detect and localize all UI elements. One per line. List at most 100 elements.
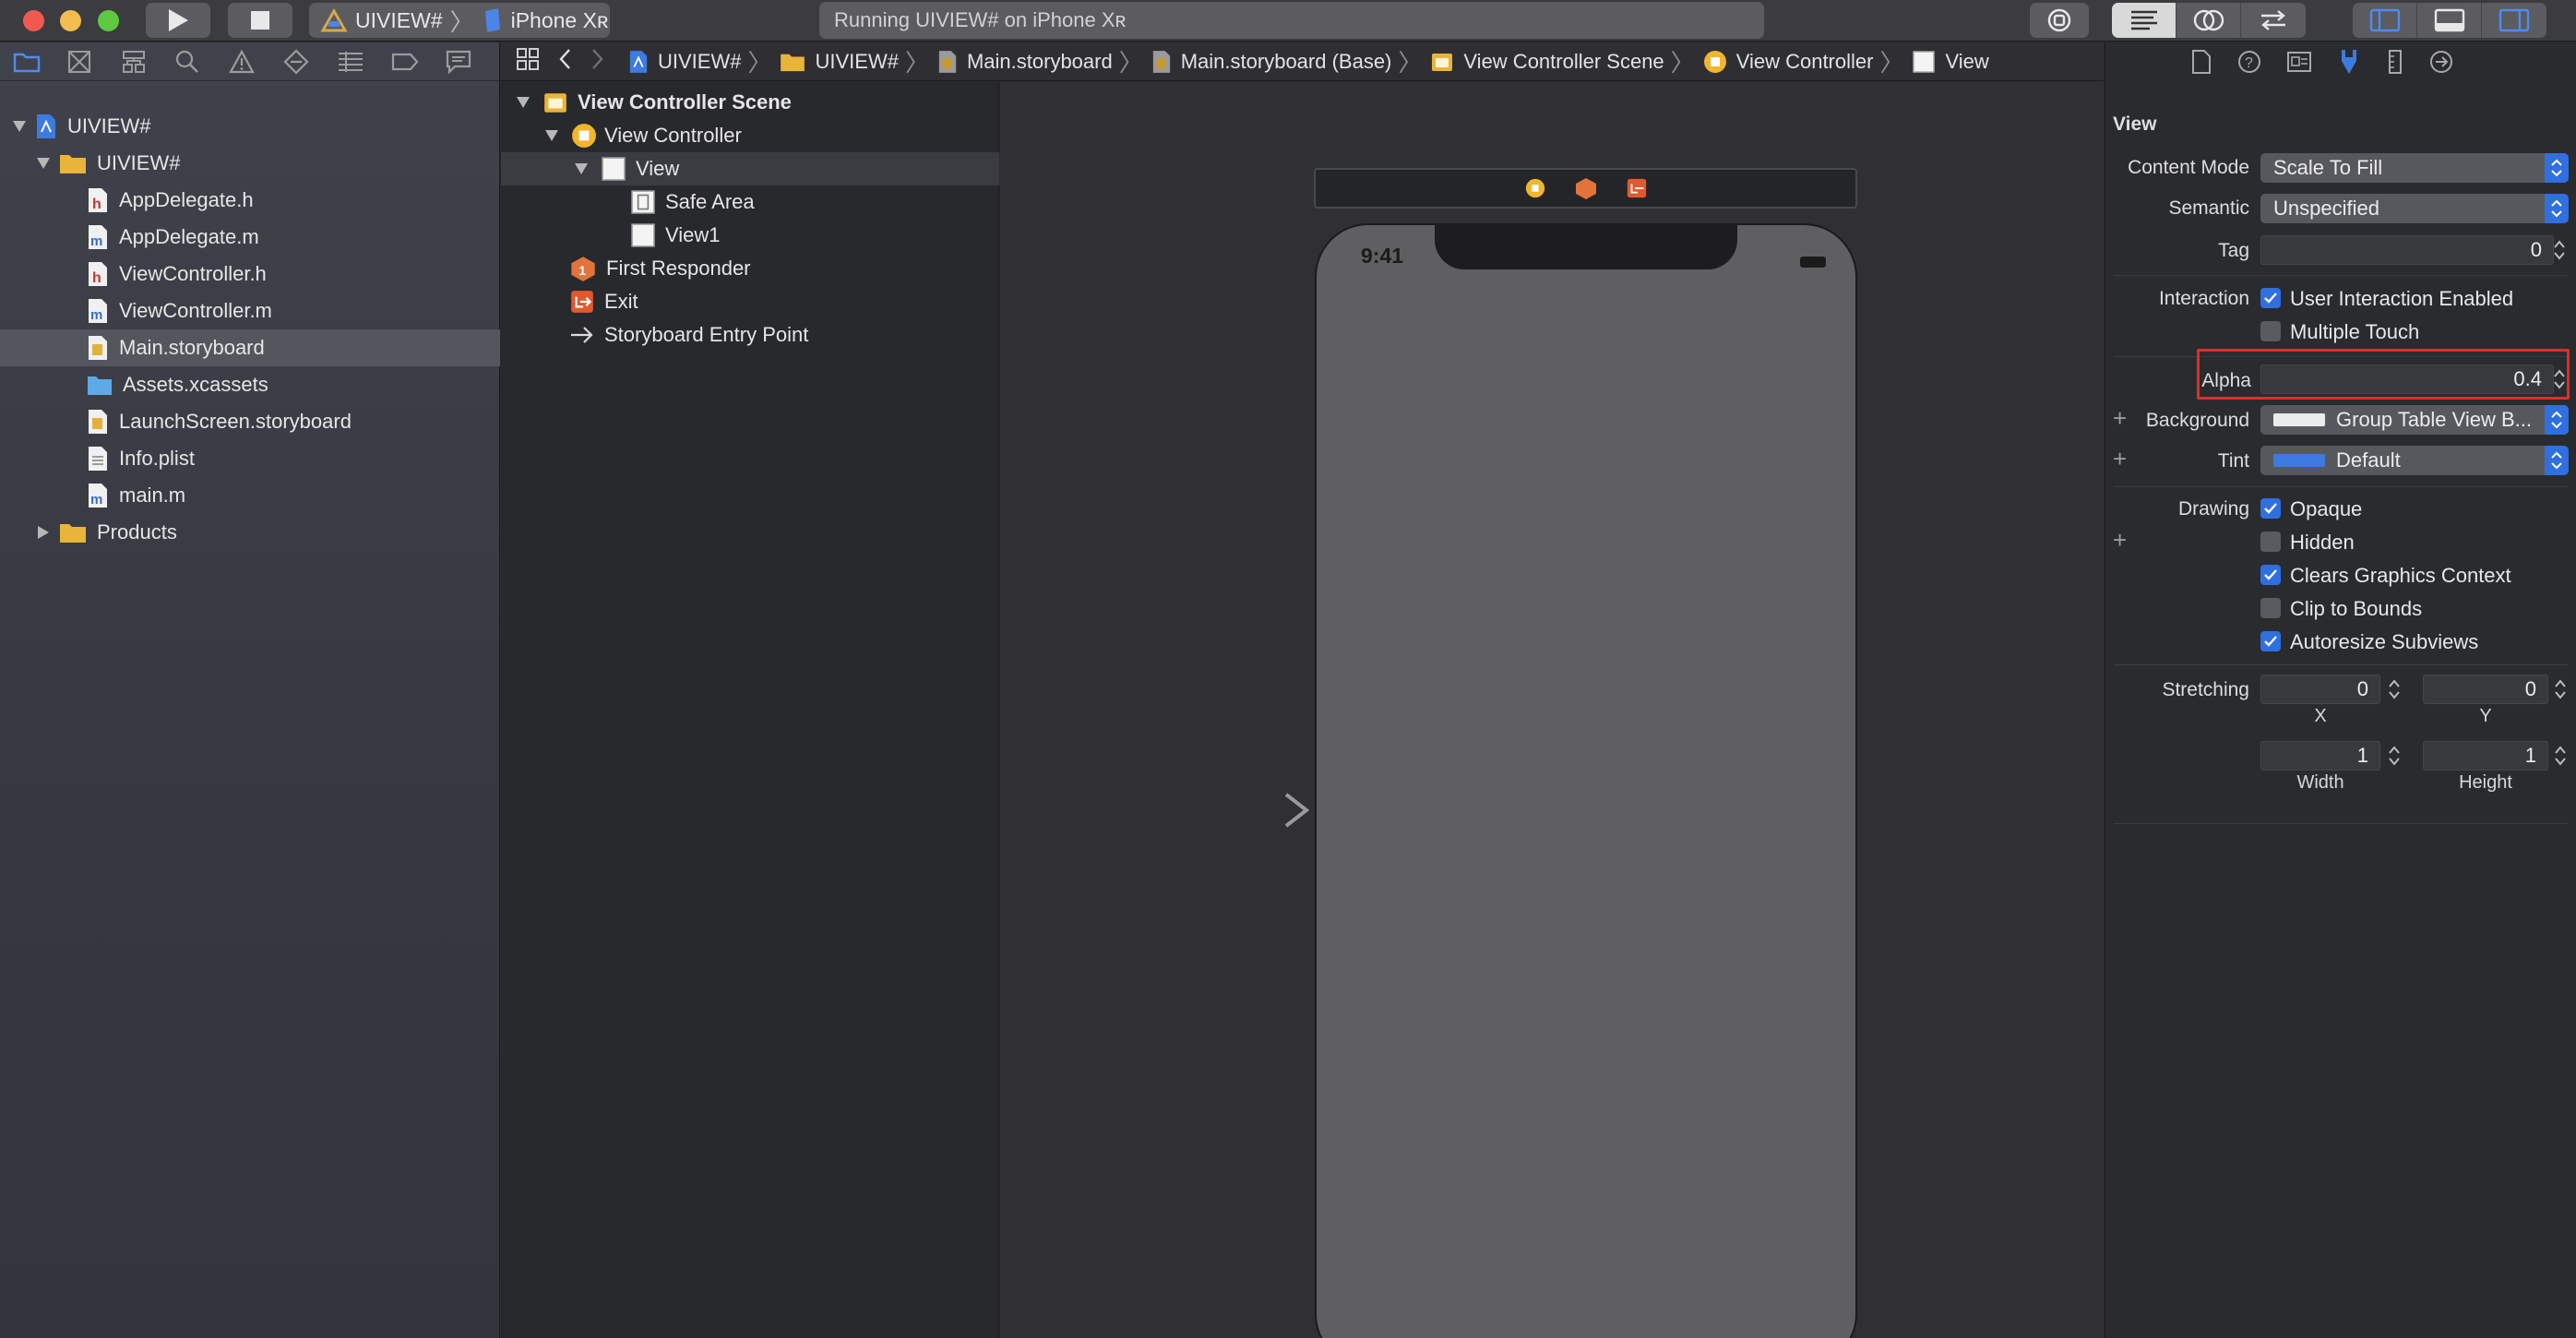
tree-item-project[interactable]: UIVIEW# xyxy=(0,108,500,145)
outline-item-view-selected[interactable]: View xyxy=(501,152,999,185)
debug-icon[interactable] xyxy=(337,42,391,81)
activity-status: Running UIVIEW# on iPhone Xʀ xyxy=(819,2,1764,39)
tree-item-file[interactable]: LaunchScreen.storyboard xyxy=(0,403,500,440)
disclosure-down-icon[interactable] xyxy=(515,94,531,111)
related-items-icon[interactable] xyxy=(516,47,540,77)
source-control-icon[interactable] xyxy=(67,42,122,81)
scheme-device[interactable]: iPhone Xʀ xyxy=(482,7,608,33)
toggle-inspectors-button[interactable] xyxy=(2482,3,2546,38)
inspector-tab-bar: ? xyxy=(2105,42,2576,81)
test-icon[interactable] xyxy=(283,42,338,81)
disclosure-down-icon[interactable] xyxy=(543,127,560,144)
tree-item-file[interactable]: Assets.xcassets xyxy=(0,366,500,403)
breadcrumb-view[interactable]: View xyxy=(1912,50,1989,74)
warning-icon[interactable] xyxy=(229,42,283,81)
tag-stepper[interactable] xyxy=(2551,235,2568,265)
scene-dock[interactable] xyxy=(1314,168,1857,209)
outline-item-safe-area[interactable]: Safe Area xyxy=(501,185,999,219)
back-chevron-icon[interactable] xyxy=(558,48,571,76)
outline-item-view-controller[interactable]: View Controller xyxy=(501,119,999,152)
attributes-inspector-icon[interactable] xyxy=(2336,48,2362,76)
tree-item-file[interactable]: m AppDelegate.m xyxy=(0,219,500,256)
user-interaction-checkbox[interactable] xyxy=(2260,288,2281,308)
zoom-window-button[interactable] xyxy=(98,10,119,31)
report-icon[interactable] xyxy=(446,42,500,81)
hidden-checkbox[interactable] xyxy=(2260,532,2281,552)
tree-item-file[interactable]: Info.plist xyxy=(0,440,500,477)
close-window-button[interactable] xyxy=(23,10,44,31)
tree-item-file[interactable]: m ViewController.m xyxy=(0,293,500,329)
library-button[interactable] xyxy=(2030,3,2089,38)
tag-field[interactable]: 0 xyxy=(2260,235,2554,265)
disclosure-right-icon[interactable] xyxy=(35,524,52,541)
breadcrumb-group[interactable]: UIVIEW# xyxy=(780,50,899,74)
tree-item-file[interactable]: h ViewController.h xyxy=(0,256,500,293)
disclosure-down-icon[interactable] xyxy=(35,155,52,172)
storyboard-canvas[interactable]: 9:41 xyxy=(1000,82,2104,1338)
first-responder-icon[interactable] xyxy=(1574,176,1598,200)
disclosure-down-icon[interactable] xyxy=(573,161,590,177)
outline-item-exit[interactable]: Exit xyxy=(501,285,999,318)
help-icon[interactable]: ? xyxy=(2236,49,2262,75)
stretch-x-stepper[interactable] xyxy=(2386,675,2403,704)
view-controller-icon[interactable] xyxy=(1524,177,1546,199)
clears-graphics-context-checkbox[interactable] xyxy=(2260,565,2281,585)
tree-item-file[interactable]: m main.m xyxy=(0,477,500,514)
outline-item-first-responder[interactable]: 1 First Responder xyxy=(501,252,999,285)
autoresize-subviews-checkbox[interactable] xyxy=(2260,631,2281,651)
tree-item-group-uiview[interactable]: UIVIEW# xyxy=(0,145,500,182)
hierarchy-icon[interactable] xyxy=(121,42,175,81)
interaction-label: Interaction xyxy=(2158,288,2249,309)
minimize-window-button[interactable] xyxy=(60,10,81,31)
identity-inspector-icon[interactable] xyxy=(2286,50,2312,74)
breadcrumb-storyboard-base[interactable]: Main.storyboard (Base) xyxy=(1151,50,1391,74)
breadcrumb-view-controller[interactable]: View Controller xyxy=(1703,50,1873,74)
stretch-x-field[interactable]: 0 xyxy=(2260,675,2380,704)
breadcrumb-scene[interactable]: View Controller Scene xyxy=(1430,50,1664,74)
breadcrumb-storyboard[interactable]: Main.storyboard xyxy=(937,50,1113,74)
breakpoint-icon[interactable] xyxy=(391,42,446,81)
tree-item-group-products[interactable]: Products xyxy=(0,514,500,551)
toggle-debug-area-button[interactable] xyxy=(2417,3,2482,38)
view-controller-icon xyxy=(1703,50,1726,73)
semantic-popup[interactable]: Unspecified xyxy=(2260,194,2569,223)
stretch-width-field[interactable]: 1 xyxy=(2260,741,2380,771)
content-mode-popup[interactable]: Scale To Fill xyxy=(2260,153,2569,183)
size-inspector-icon[interactable] xyxy=(2386,49,2404,75)
plist-file-icon xyxy=(89,447,107,471)
add-variation-plus-icon[interactable]: + xyxy=(2113,526,2127,555)
stop-button[interactable] xyxy=(228,3,292,38)
iphone-frame[interactable]: 9:41 xyxy=(1315,223,1857,1338)
outline-item-entry-point[interactable]: Storyboard Entry Point xyxy=(501,318,999,352)
scheme-project[interactable]: UIVIEW# xyxy=(320,8,443,33)
toggle-navigator-button[interactable] xyxy=(2353,3,2417,38)
version-editor-button[interactable] xyxy=(2241,3,2306,38)
multiple-touch-checkbox[interactable] xyxy=(2260,321,2281,341)
standard-editor-button[interactable] xyxy=(2112,3,2176,38)
file-inspector-icon[interactable] xyxy=(2190,49,2212,75)
breadcrumb-project[interactable]: UIVIEW# xyxy=(628,50,741,74)
tint-color-popup[interactable]: Default xyxy=(2260,446,2569,475)
assistant-editor-button[interactable] xyxy=(2176,3,2241,38)
folder-icon[interactable] xyxy=(13,42,67,81)
outline-item-view1[interactable]: View1 xyxy=(501,219,999,252)
forward-chevron-icon[interactable] xyxy=(591,48,604,76)
scheme-selector[interactable]: UIVIEW# 〉 iPhone Xʀ xyxy=(309,3,610,38)
opaque-checkbox[interactable] xyxy=(2260,498,2281,519)
tree-item-file[interactable]: h AppDelegate.h xyxy=(0,182,500,219)
stretch-height-field[interactable]: 1 xyxy=(2423,741,2548,771)
disclosure-down-icon[interactable] xyxy=(11,118,28,135)
tree-item-file-selected[interactable]: Main.storyboard xyxy=(0,329,500,366)
search-icon[interactable] xyxy=(175,42,230,81)
run-button[interactable] xyxy=(146,3,210,38)
background-color-popup[interactable]: Group Table View B... xyxy=(2260,405,2569,435)
connections-inspector-icon[interactable] xyxy=(2428,49,2454,75)
stretch-width-stepper[interactable] xyxy=(2386,741,2403,771)
stretch-y-stepper[interactable] xyxy=(2552,675,2569,704)
outline-item-scene[interactable]: View Controller Scene xyxy=(501,86,999,119)
clip-to-bounds-checkbox[interactable] xyxy=(2260,598,2281,618)
exit-icon[interactable] xyxy=(1626,177,1648,199)
storyboard-entry-arrow-icon[interactable] xyxy=(1185,787,1314,833)
stretch-y-field[interactable]: 0 xyxy=(2423,675,2548,704)
stretch-height-stepper[interactable] xyxy=(2552,741,2569,771)
